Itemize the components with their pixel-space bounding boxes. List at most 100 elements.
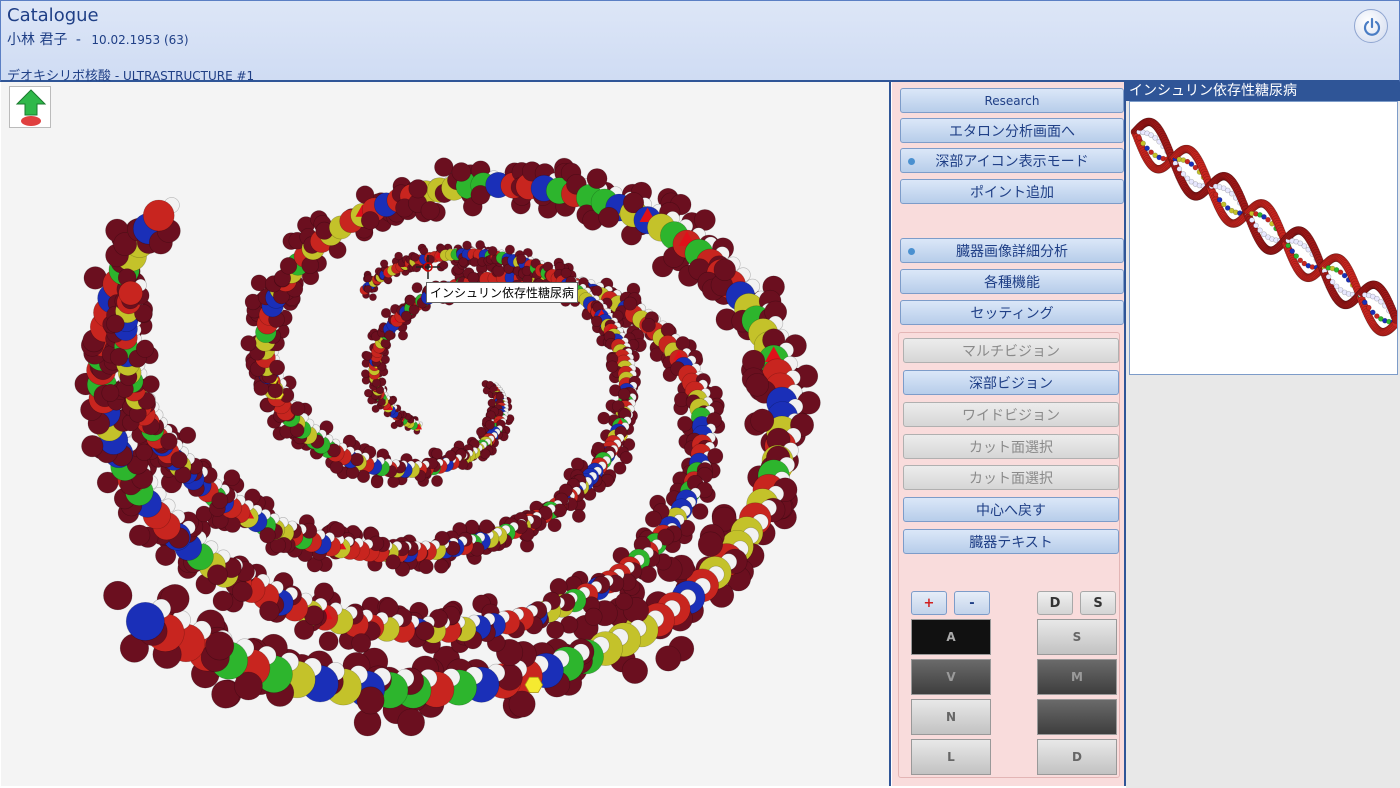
subtitle-en: - ULTRASTRUCTURE #1	[111, 69, 255, 83]
mode-a-button[interactable]: A	[911, 619, 991, 655]
sugar-atom	[360, 211, 380, 230]
wide-vision-button[interactable]: ワイドビジョン	[903, 402, 1119, 427]
preview-title: インシュリン依存性糖尿病	[1126, 82, 1400, 101]
sugar-atom	[351, 633, 372, 653]
molecule-viewport[interactable]: インシュリン依存性糖尿病	[1, 82, 891, 786]
sugar-atom	[462, 240, 472, 251]
helix-base-atom	[1228, 190, 1235, 197]
helix-base-atom	[1180, 171, 1187, 177]
return-to-center-button[interactable]: 中心へ戻す	[903, 497, 1119, 522]
helix-base-atom	[1289, 248, 1295, 254]
sugar-atom	[546, 620, 565, 639]
mode-m-button[interactable]: M	[1037, 659, 1117, 695]
organ-text-button[interactable]: 臓器テキスト	[903, 529, 1119, 554]
sugar-atom	[408, 179, 428, 199]
sugar-atom	[397, 330, 409, 341]
navigation-widget[interactable]	[9, 86, 51, 128]
helix-base-atom	[1329, 279, 1336, 285]
organ-image-analysis-label: 臓器画像詳細分析	[956, 243, 1068, 260]
sugar-atom	[211, 492, 229, 509]
deep-icon-mode-label: 深部アイコン表示モード	[935, 153, 1089, 170]
helix-base-atom	[1285, 242, 1291, 249]
sugar-atom	[269, 359, 286, 376]
sugar-atom	[363, 388, 373, 398]
functions-button[interactable]: 各種機能	[900, 269, 1124, 294]
organ-image-analysis-button[interactable]: 臓器画像詳細分析	[900, 238, 1124, 263]
sugar-atom	[109, 347, 129, 367]
sugar-atom	[644, 510, 662, 528]
sugar-atom	[318, 631, 339, 652]
settings-button[interactable]: セッティング	[900, 300, 1124, 325]
cut-plane-select-button-2[interactable]: カット面選択	[903, 465, 1119, 490]
active-dot-icon	[908, 248, 915, 255]
sugar-atom	[606, 360, 619, 373]
helix-base-atom	[1257, 227, 1263, 234]
add-point-button[interactable]: ポイント追加	[900, 179, 1124, 204]
mode-s-button[interactable]: S	[1037, 619, 1117, 655]
sugar-atom	[370, 475, 384, 489]
mode-blank-button[interactable]	[1037, 699, 1117, 735]
sugar-atom	[584, 607, 603, 626]
helix-base-atom	[1144, 145, 1150, 152]
zoom-in-button[interactable]: +	[911, 591, 947, 615]
sugar-atom	[641, 318, 656, 333]
helix-base-atom	[1378, 298, 1384, 305]
dna-molecule-render	[74, 157, 821, 737]
sugar-atom	[379, 259, 389, 268]
up-arrow-icon	[15, 89, 47, 126]
deep-icon-mode-button[interactable]: 深部アイコン表示モード	[900, 148, 1124, 173]
sugar-atom	[492, 264, 505, 277]
active-dot-icon	[908, 158, 915, 165]
sugar-atom	[397, 708, 425, 737]
cut-plane-select-button[interactable]: カット面選択	[903, 434, 1119, 459]
helix-base-atom	[1152, 135, 1158, 141]
deep-vision-button[interactable]: 深部ビジョン	[903, 370, 1119, 395]
sugar-atom	[223, 469, 241, 486]
helix-base-atom	[1253, 222, 1259, 229]
sugar-atom	[231, 581, 253, 602]
sugar-atom	[487, 398, 497, 408]
mode-d-button[interactable]: D	[1037, 739, 1117, 775]
toggle-s-button[interactable]: S	[1080, 591, 1116, 615]
mode-n-button[interactable]: N	[911, 699, 991, 735]
etalon-analysis-button[interactable]: エタロン分析画面へ	[900, 118, 1124, 143]
dna-helix-thumbnail[interactable]	[1129, 101, 1398, 375]
sugar-atom	[369, 293, 377, 302]
sugar-atom	[487, 245, 498, 256]
dna-helix-render	[1130, 117, 1397, 337]
multi-vision-button[interactable]: マルチビジョン	[903, 338, 1119, 363]
helix-base-atom	[1216, 197, 1223, 203]
sugar-atom	[240, 335, 257, 352]
sugar-atom	[694, 209, 716, 231]
sugar-atom	[101, 383, 120, 402]
helix-base-atom	[1188, 161, 1195, 167]
sugar-atom	[128, 524, 151, 546]
toggle-d-button[interactable]: D	[1037, 591, 1073, 615]
patient-name: 小林 君子	[7, 32, 68, 48]
sugar-atom	[639, 565, 657, 584]
power-button[interactable]	[1354, 9, 1388, 43]
mode-v-button[interactable]: V	[911, 659, 991, 695]
helix-base-atom	[1220, 201, 1227, 208]
marker-hexagon-icon	[524, 676, 544, 693]
base-atom	[125, 601, 165, 641]
sugar-atom	[106, 314, 125, 333]
sugar-atom	[418, 559, 434, 575]
sugar-atom	[655, 645, 682, 672]
sugar-atom	[364, 274, 373, 283]
sugar-atom	[621, 657, 649, 684]
sugar-atom	[484, 419, 495, 430]
sugar-atom	[598, 206, 620, 228]
sugar-atom	[420, 200, 440, 221]
sugar-atom	[464, 519, 480, 535]
sugar-atom	[677, 415, 693, 432]
preview-pane: インシュリン依存性糖尿病	[1126, 82, 1400, 788]
sugar-atom	[516, 253, 527, 264]
sugar-atom	[623, 296, 638, 311]
mode-l-button[interactable]: L	[911, 739, 991, 775]
research-button[interactable]: Research	[900, 88, 1124, 113]
helix-base-atom	[1361, 299, 1368, 306]
zoom-out-button[interactable]: -	[954, 591, 990, 615]
sugar-atom	[433, 558, 449, 574]
sugar-atom	[103, 580, 133, 611]
